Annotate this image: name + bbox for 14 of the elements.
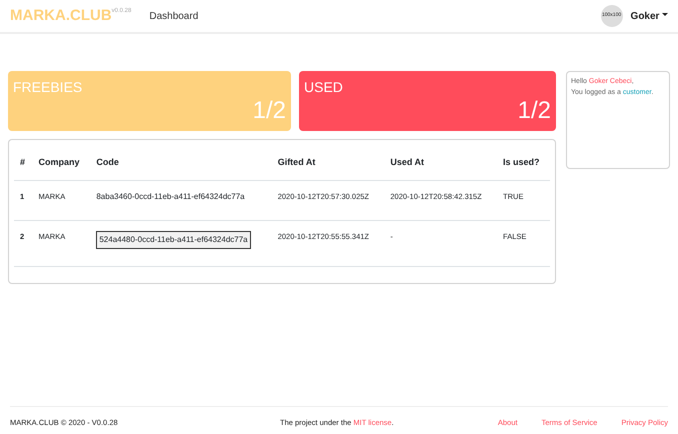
column-header: Company xyxy=(32,146,90,180)
column-header: Gifted At xyxy=(272,146,384,180)
column-header: Is used? xyxy=(497,146,550,180)
column-header: # xyxy=(14,146,33,180)
column-header: Used At xyxy=(384,146,498,180)
code-field[interactable]: 524a4480-0ccd-11eb-a411-ef64324dc77a xyxy=(96,230,251,248)
user-menu[interactable]: Goker xyxy=(630,8,668,24)
nav-link[interactable]: Dashboard xyxy=(149,10,198,22)
column-header: Code xyxy=(90,146,272,180)
stat-value: 1/2 xyxy=(518,96,551,126)
code-text: 8aba3460-0ccd-11eb-a411-ef64324dc77a xyxy=(96,192,245,200)
stat-title: FREEBIES xyxy=(13,78,84,97)
stat-value: 1/2 xyxy=(252,96,286,126)
stat-title: USED xyxy=(304,78,344,97)
